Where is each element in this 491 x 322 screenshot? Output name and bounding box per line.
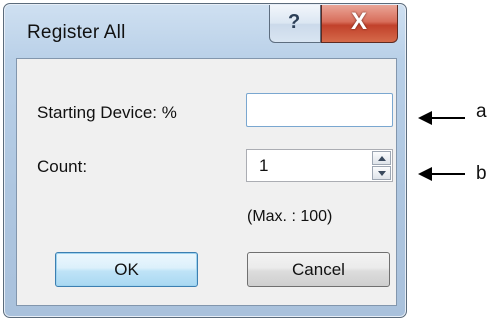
arrow-down-icon[interactable] [372,166,391,180]
starting-device-label: Starting Device: % [37,103,177,122]
help-button[interactable]: ? [269,5,321,43]
dialog-title: Register All [27,22,126,43]
count-spinner [372,151,391,180]
close-icon: X [351,8,368,35]
callout-label-b: b [476,163,487,184]
callout-arrow-b [418,167,465,181]
starting-device-input[interactable] [246,93,393,127]
count-value: 1 [259,156,269,175]
question-icon: ? [288,11,301,33]
callout-arrow-a [418,111,465,125]
callout-label-a: a [476,101,487,122]
dialog-body: Starting Device: % Count: 1 (Max. : 100)… [16,58,397,306]
max-note: (Max. : 100) [247,208,333,225]
register-all-dialog: Register All ? X Starting Device: % Coun… [3,3,407,318]
ok-button[interactable]: OK [55,252,198,287]
close-button[interactable]: X [321,5,398,43]
title-bar[interactable]: Register All ? X [4,4,406,58]
count-label: Count: [37,157,88,176]
count-spinbox[interactable]: 1 [246,149,393,182]
arrow-up-icon[interactable] [372,151,391,165]
cancel-button[interactable]: Cancel [247,252,390,287]
